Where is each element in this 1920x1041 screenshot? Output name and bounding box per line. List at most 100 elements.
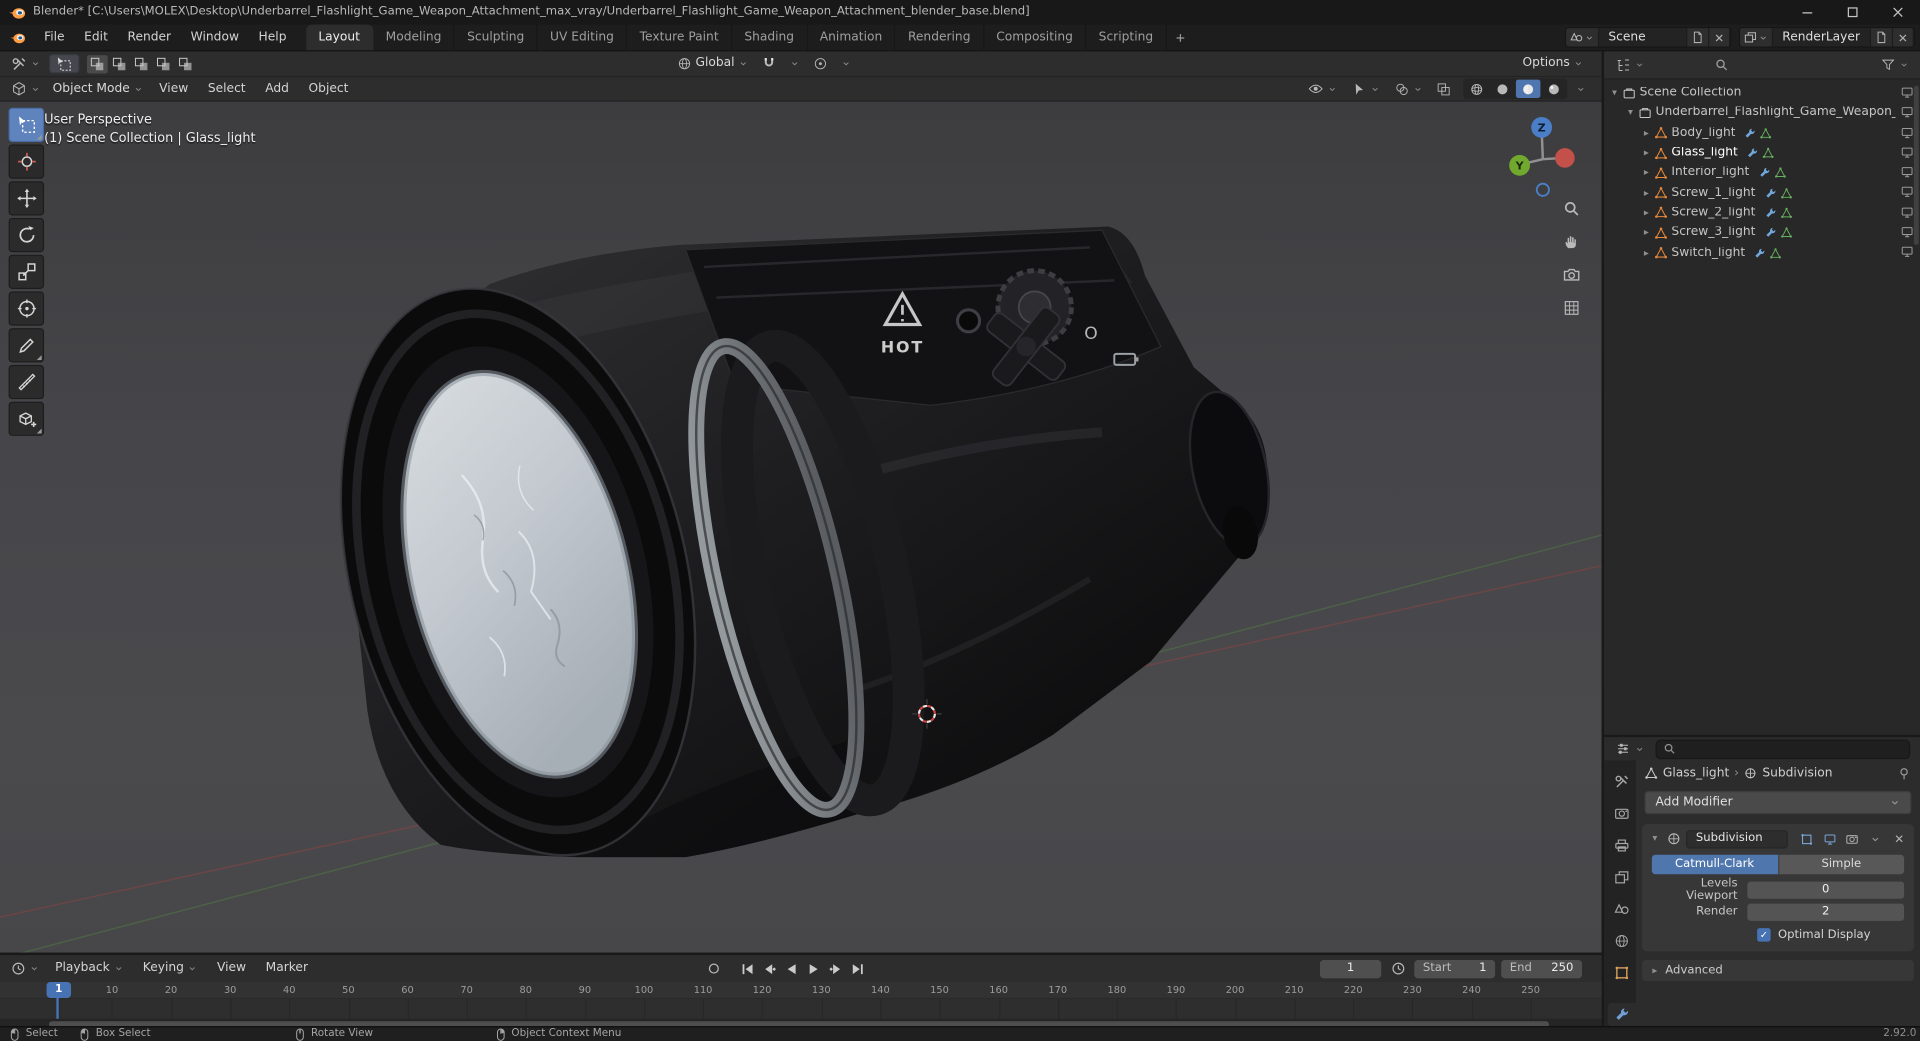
pan-button[interactable] bbox=[1560, 230, 1582, 252]
select-mode-subtract[interactable] bbox=[131, 54, 152, 72]
tool-settings-editor-type-button[interactable] bbox=[5, 54, 47, 74]
workspace-tab-compositing[interactable]: Compositing bbox=[984, 24, 1087, 51]
viewport-menu-view[interactable]: View bbox=[149, 77, 198, 100]
outliner-row-switch-light[interactable]: ▸ Switch_light bbox=[1604, 243, 1920, 263]
outliner-row-underbarrel-flashlight-game-weapon-atta[interactable]: ▾ Underbarrel_Flashlight_Game_Weapon_Atta bbox=[1604, 103, 1920, 123]
shading-material-preview-button[interactable] bbox=[1515, 79, 1541, 98]
hide-in-viewport-icon[interactable] bbox=[1900, 225, 1913, 238]
hide-in-viewport-icon[interactable] bbox=[1900, 86, 1913, 99]
hide-in-viewport-icon[interactable] bbox=[1900, 106, 1913, 119]
workspace-tab-scripting[interactable]: Scripting bbox=[1086, 24, 1167, 51]
outliner-row-body-light[interactable]: ▸ Body_light bbox=[1604, 123, 1920, 143]
camera-view-button[interactable] bbox=[1560, 263, 1582, 285]
outliner-row-glass-light[interactable]: ▸ Glass_light bbox=[1604, 143, 1920, 163]
view-layer-name-field[interactable]: RenderLayer bbox=[1772, 28, 1872, 47]
menu-edit[interactable]: Edit bbox=[74, 24, 117, 50]
workspace-tab-texture-paint[interactable]: Texture Paint bbox=[627, 24, 733, 51]
toggle-xray-button[interactable] bbox=[1431, 80, 1455, 98]
workspace-tab-uv-editing[interactable]: UV Editing bbox=[538, 24, 628, 51]
tool-move[interactable] bbox=[8, 181, 45, 216]
render-value-field[interactable]: 2 bbox=[1747, 903, 1905, 921]
overlays-dropdown[interactable] bbox=[1389, 79, 1429, 99]
preview-range-button[interactable] bbox=[1387, 959, 1408, 979]
navigation-gizmo[interactable]: Z Y bbox=[1496, 108, 1589, 201]
tool-annotate[interactable] bbox=[8, 328, 45, 363]
expand-arrow-icon[interactable]: ▸ bbox=[1640, 227, 1653, 238]
snap-settings-dropdown[interactable] bbox=[784, 54, 806, 74]
hide-in-viewport-icon[interactable] bbox=[1900, 185, 1913, 198]
view-layer-browse-button[interactable] bbox=[1739, 28, 1773, 47]
modifier-name-field[interactable]: Subdivision bbox=[1686, 829, 1788, 848]
toggle-edit-mode-display-button[interactable] bbox=[1797, 830, 1815, 848]
timeline-menu-keying[interactable]: Keying bbox=[133, 955, 207, 982]
timeline-menu-marker[interactable]: Marker bbox=[256, 955, 318, 982]
mode-dropdown[interactable]: Object Mode bbox=[47, 79, 150, 99]
outliner-filter-button[interactable] bbox=[1875, 55, 1915, 75]
unlink-scene-button[interactable] bbox=[1708, 28, 1730, 47]
jump-to-next-keyframe-button[interactable] bbox=[825, 959, 846, 979]
viewport-menu-add[interactable]: Add bbox=[255, 77, 298, 100]
playhead[interactable]: 1 bbox=[46, 982, 72, 998]
object-visibility-dropdown[interactable] bbox=[1302, 79, 1344, 99]
workspace-tab-shading[interactable]: Shading bbox=[732, 24, 808, 51]
properties-tab-render[interactable] bbox=[1608, 802, 1636, 825]
auto-keying-button[interactable] bbox=[703, 959, 724, 979]
properties-editor-type-button[interactable] bbox=[1609, 739, 1651, 759]
outliner-row-screw-1-light[interactable]: ▸ Screw_1_light bbox=[1604, 183, 1920, 203]
breadcrumb-modifier[interactable]: Subdivision bbox=[1762, 767, 1832, 779]
tool-transform[interactable] bbox=[8, 291, 45, 326]
viewport-menu-select[interactable]: Select bbox=[198, 77, 255, 100]
menu-render[interactable]: Render bbox=[118, 24, 181, 50]
scene-name-field[interactable]: Scene bbox=[1598, 28, 1687, 47]
hide-in-viewport-icon[interactable] bbox=[1900, 126, 1913, 139]
perspective-toggle-button[interactable] bbox=[1560, 296, 1582, 318]
new-view-layer-button[interactable] bbox=[1871, 28, 1894, 47]
blender-app-menu-button[interactable] bbox=[0, 24, 34, 50]
options-dropdown[interactable]: Options bbox=[1516, 54, 1589, 74]
remove-modifier-button[interactable] bbox=[1890, 830, 1908, 848]
properties-search-input[interactable] bbox=[1655, 738, 1911, 759]
close-button[interactable] bbox=[1875, 0, 1920, 24]
add-modifier-dropdown[interactable]: Add Modifier bbox=[1644, 791, 1912, 815]
outliner-editor-type-button[interactable] bbox=[1609, 55, 1651, 75]
properties-tab-tool[interactable] bbox=[1608, 770, 1636, 793]
properties-tab-modifiers[interactable] bbox=[1607, 1002, 1636, 1027]
outliner-scrollbar[interactable] bbox=[1913, 85, 1919, 245]
workspace-tab-layout[interactable]: Layout bbox=[306, 24, 374, 51]
remove-view-layer-button[interactable] bbox=[1893, 28, 1914, 47]
breadcrumb-object[interactable]: Glass_light bbox=[1663, 767, 1729, 779]
menu-help[interactable]: Help bbox=[249, 24, 297, 50]
algorithm-catmull-clark[interactable]: Catmull-Clark bbox=[1651, 854, 1779, 875]
jump-to-prev-keyframe-button[interactable] bbox=[759, 959, 780, 979]
hide-in-viewport-icon[interactable] bbox=[1900, 205, 1913, 218]
scene-browse-button[interactable] bbox=[1565, 28, 1599, 47]
levels-viewport-value-field[interactable]: 0 bbox=[1747, 881, 1905, 899]
tool-add-cube[interactable] bbox=[8, 401, 45, 436]
snap-toggle-button[interactable] bbox=[755, 54, 782, 74]
shading-wireframe-button[interactable] bbox=[1464, 80, 1488, 98]
tool-scale[interactable] bbox=[8, 254, 45, 289]
expand-arrow-icon[interactable]: ▾ bbox=[1624, 108, 1637, 118]
viewport-editor-type-button[interactable] bbox=[5, 79, 47, 99]
outliner-search-button[interactable] bbox=[1714, 58, 1729, 73]
jump-to-start-button[interactable] bbox=[737, 959, 758, 979]
play-reverse-button[interactable] bbox=[781, 959, 802, 979]
viewport-canvas[interactable]: HOT O User Perspective (1) Scene Collect… bbox=[0, 101, 1602, 953]
modifier-extras-menu-button[interactable] bbox=[1867, 830, 1885, 848]
shading-settings-dropdown[interactable] bbox=[1570, 79, 1592, 99]
toggle-realtime-display-button[interactable] bbox=[1820, 830, 1838, 848]
gizmos-dropdown[interactable] bbox=[1346, 79, 1386, 99]
hide-in-viewport-icon[interactable] bbox=[1900, 146, 1913, 159]
tool-cursor[interactable] bbox=[8, 144, 45, 179]
axis-z-negative-ball[interactable] bbox=[1535, 182, 1550, 197]
expand-arrow-icon[interactable]: ▸ bbox=[1640, 168, 1653, 178]
shading-rendered-button[interactable] bbox=[1542, 80, 1566, 98]
menu-window[interactable]: Window bbox=[181, 24, 249, 50]
transform-orientation-dropdown[interactable]: Global bbox=[671, 54, 754, 74]
properties-tab-world[interactable] bbox=[1608, 929, 1636, 952]
add-workspace-button[interactable] bbox=[1167, 31, 1194, 43]
outliner-row-scene-collection[interactable]: ▾ Scene Collection bbox=[1604, 83, 1920, 103]
toggle-render-display-button[interactable] bbox=[1843, 830, 1861, 848]
start-frame-field[interactable]: Start 1 bbox=[1414, 959, 1496, 978]
properties-tab-output[interactable] bbox=[1608, 834, 1636, 857]
